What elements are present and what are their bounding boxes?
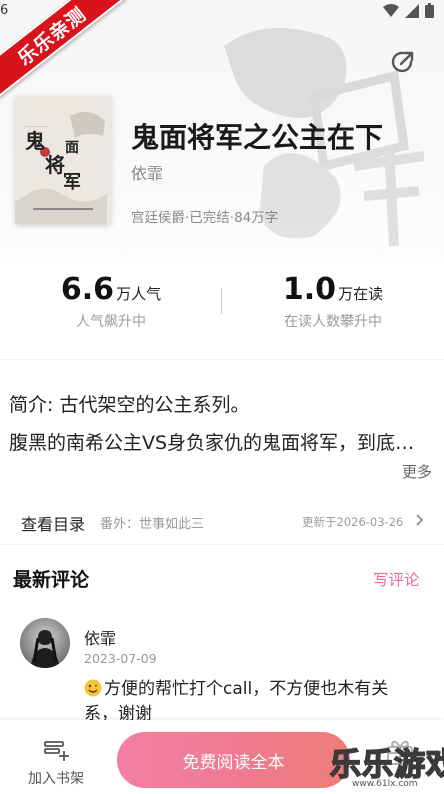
stat-reading: 1.0 万在读 在读人数攀升中 — [222, 272, 444, 331]
toc-updated: 更新于2026-03-26 — [302, 515, 404, 529]
stat-popularity: 6.6 万人气 人气飙升中 — [0, 272, 222, 331]
divider — [0, 544, 444, 545]
divider — [0, 359, 444, 360]
add-to-shelf-label: 加入书架 — [28, 771, 84, 787]
intro-summary: 简介: 古代架空的公主系列。 — [9, 394, 250, 416]
stats-section: 6.6 万人气 人气飙升中 1.0 万在读 在读人数攀升中 — [0, 262, 444, 358]
book-title: 鬼面将军之公主在下 — [131, 121, 384, 154]
write-review-button[interactable]: 写评论 — [373, 568, 420, 590]
reading-value: 1.0 — [282, 272, 337, 307]
watermark-url: www.61lx.com — [352, 779, 418, 789]
battery-icon — [425, 3, 434, 18]
cover-char-4: 军 — [63, 172, 81, 193]
toc-latest-chapter: 番外：世事如此三 — [100, 517, 205, 532]
smile-emoji-icon — [84, 679, 102, 697]
book-author[interactable]: 依霏 — [131, 160, 163, 184]
free-read-button[interactable]: 免费阅读全本 — [117, 732, 350, 788]
add-to-shelf-button[interactable]: 加入书架 — [20, 736, 92, 788]
wifi-icon — [383, 3, 399, 17]
reviews-title: 最新评论 — [13, 569, 90, 591]
popularity-unit: 万人气 — [116, 285, 162, 303]
book-cover[interactable]: ····················· 鬼 面 将 军 — [15, 96, 111, 224]
more-link[interactable]: 更多 — [402, 461, 432, 482]
toc-title: 查看目录 — [21, 515, 86, 534]
cover-art: ····················· 鬼 面 将 军 — [15, 96, 111, 224]
book-meta: 宫廷侯爵·已完结·84万字 — [131, 210, 279, 226]
signal-icon — [405, 3, 419, 18]
review-author[interactable]: 依霏 — [84, 625, 116, 649]
review-text-content: 方便的帮忙打个call，不方便也木有关系，谢谢 — [84, 679, 389, 724]
reading-caption: 在读人数攀升中 — [284, 314, 382, 330]
status-icons — [383, 3, 434, 18]
review-date: 2023-07-09 — [84, 651, 157, 666]
chevron-right-icon — [416, 514, 424, 526]
intro-description: 腹黑的南希公主VS身负家仇的鬼面将军，到底谁才是最后的赢家？ — [9, 432, 433, 454]
watermark-logo: 乐乐游戏 www.61lx.com — [322, 735, 444, 793]
popularity-caption: 人气飙升中 — [76, 314, 146, 330]
cover-char-3: 将 — [45, 153, 65, 177]
watermark-text: 乐乐游戏 — [329, 746, 444, 784]
toc-row[interactable]: 查看目录 番外：世事如此三 更新于2026-03-26 — [0, 500, 444, 542]
popularity-value: 6.6 — [60, 272, 115, 307]
cover-char-1: 鬼 — [25, 129, 45, 153]
share-icon[interactable] — [389, 48, 417, 76]
status-time: 6 — [0, 3, 9, 18]
bookshelf-add-icon — [44, 741, 69, 761]
avatar[interactable] — [20, 618, 70, 668]
cover-char-2: 面 — [65, 140, 79, 156]
reading-unit: 万在读 — [338, 285, 384, 303]
